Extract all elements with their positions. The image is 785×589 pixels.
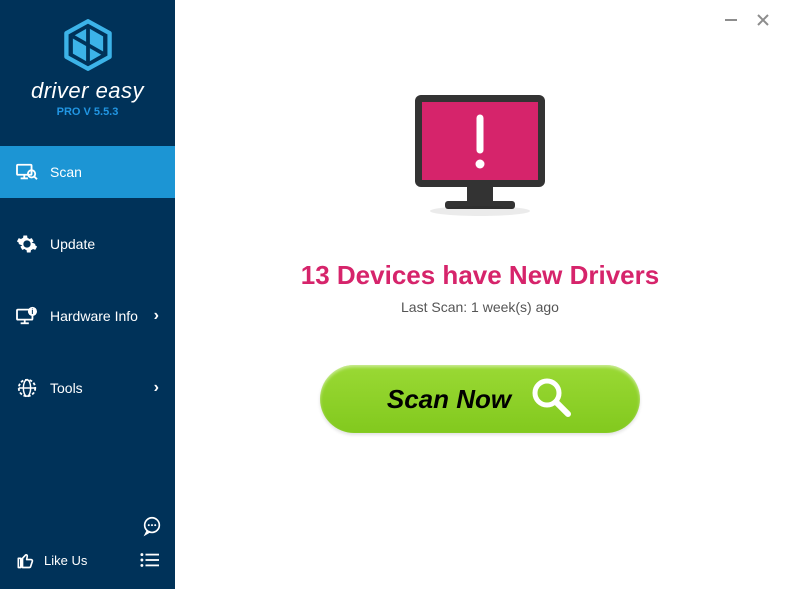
app-version: PRO V 5.5.3 <box>0 106 175 118</box>
app-logo-icon <box>61 18 115 72</box>
nav: Scan Update i Hardware Inf <box>0 146 175 509</box>
last-scan-text: Last Scan: 1 week(s) ago <box>401 299 559 315</box>
sidebar-item-label: Scan <box>50 164 159 180</box>
scan-now-label: Scan Now <box>387 384 511 415</box>
sidebar-item-label: Hardware Info <box>50 308 154 324</box>
alert-monitor-icon <box>405 90 555 230</box>
thumbs-up-icon <box>14 549 36 571</box>
close-button[interactable] <box>753 10 773 30</box>
sidebar-item-hardware-info[interactable]: i Hardware Info › <box>0 290 175 342</box>
gear-icon <box>16 233 38 255</box>
sidebar-item-scan[interactable]: Scan <box>0 146 175 198</box>
sidebar-item-label: Tools <box>50 380 154 396</box>
monitor-search-icon <box>16 161 38 183</box>
sidebar-item-update[interactable]: Update <box>0 218 175 270</box>
sidebar-item-tools[interactable]: Tools › <box>0 362 175 414</box>
svg-text:i: i <box>31 307 33 316</box>
sidebar: driver easy PRO V 5.5.3 Scan <box>0 0 175 589</box>
window-controls <box>721 10 773 30</box>
chevron-right-icon: › <box>154 307 159 325</box>
minimize-button[interactable] <box>721 10 741 30</box>
app-name: driver easy <box>0 78 175 104</box>
sidebar-bottom: Like Us <box>0 509 175 589</box>
chevron-right-icon: › <box>154 379 159 397</box>
like-us-button[interactable]: Like Us <box>0 543 175 577</box>
main-content: 13 Devices have New Drivers Last Scan: 1… <box>175 0 785 589</box>
hardware-info-icon: i <box>16 305 38 327</box>
status-headline: 13 Devices have New Drivers <box>301 260 659 291</box>
magnify-icon <box>529 375 573 424</box>
scan-now-button[interactable]: Scan Now <box>320 365 640 433</box>
like-us-label: Like Us <box>44 553 87 568</box>
sidebar-item-label: Update <box>50 236 159 252</box>
globe-icon <box>16 377 38 399</box>
logo-section: driver easy PRO V 5.5.3 <box>0 0 175 128</box>
list-icon[interactable] <box>139 549 161 571</box>
chat-icon[interactable] <box>141 515 163 537</box>
bottom-icons <box>0 509 175 543</box>
